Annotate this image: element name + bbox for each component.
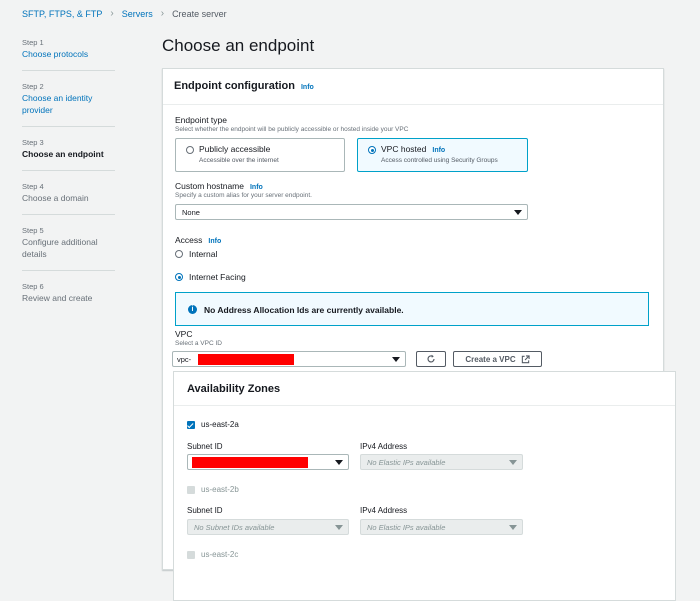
wizard-steps: Step 1 Choose protocols Step 2 Choose an…: [22, 38, 115, 325]
step-link-identity-provider[interactable]: Choose an identity provider: [22, 92, 115, 116]
redacted-subnet-id: [192, 457, 308, 468]
radio-internet-facing[interactable]: [175, 273, 183, 281]
vpc-select[interactable]: vpc-: [172, 351, 406, 367]
refresh-icon: [427, 354, 435, 363]
info-link[interactable]: Info: [250, 184, 263, 191]
ipv4-select-us-east-2a: No Elastic IPs available: [360, 454, 523, 470]
radio-internal[interactable]: [175, 250, 183, 258]
endpoint-type-description: Select whether the endpoint will be publ…: [175, 126, 409, 133]
step-number: Step 5: [22, 226, 44, 235]
tile-description: Accessible over the internet: [199, 157, 279, 164]
az-name: us-east-2b: [201, 485, 239, 494]
step-label-domain: Choose a domain: [22, 193, 89, 203]
az-header: Availability Zones: [174, 372, 675, 406]
subnet-label: Subnet ID: [187, 506, 223, 515]
create-vpc-label: Create a VPC: [465, 354, 516, 364]
alert-message: No Address Allocation Ids are currently …: [204, 305, 404, 315]
info-link[interactable]: Info: [301, 84, 314, 91]
step-number: Step 2: [22, 82, 44, 91]
info-circle-icon: i: [188, 305, 197, 314]
radio-label-internal: Internal: [189, 249, 218, 259]
checkbox-us-east-2a[interactable]: [187, 421, 195, 429]
subnet-select-us-east-2a[interactable]: [187, 454, 349, 470]
panel-title: Endpoint configuration Info: [174, 80, 314, 92]
breadcrumb: SFTP, FTPS, & FTP › Servers › Create ser…: [22, 8, 227, 19]
hostname-description: Specify a custom alias for your server e…: [175, 192, 312, 199]
step-label-review: Review and create: [22, 293, 93, 303]
checkbox-us-east-2b[interactable]: [187, 486, 195, 494]
step-number: Step 1: [22, 38, 44, 47]
info-link[interactable]: Info: [208, 238, 221, 245]
breadcrumb-link-sftp[interactable]: SFTP, FTPS, & FTP: [22, 9, 102, 19]
endpoint-type-label: Endpoint type: [175, 115, 227, 125]
wizard-step-1: Step 1 Choose protocols: [22, 38, 115, 71]
endpoint-config-panel: Endpoint configuration Info Endpoint type…: [162, 68, 676, 601]
caret-down-icon: [335, 460, 343, 465]
vpc-value-prefix: vpc-: [177, 355, 192, 364]
step-number: Step 3: [22, 138, 44, 147]
hostname-label-text: Custom hostname: [175, 181, 244, 191]
tile-title: VPC hosted Info: [381, 144, 445, 154]
redacted-vpc-id: [198, 354, 294, 365]
wizard-step-5: Step 5 Configure additional details: [22, 226, 115, 271]
caret-down-icon: [514, 210, 522, 215]
radio-publicly-accessible[interactable]: [186, 146, 194, 154]
info-alert: i No Address Allocation Ids are currentl…: [175, 292, 649, 326]
breadcrumb-current: Create server: [172, 8, 227, 19]
tile-publicly-accessible[interactable]: Publicly accessible Accessible over the …: [175, 138, 345, 172]
step-number: Step 6: [22, 282, 44, 291]
tile-title-text: VPC hosted: [381, 144, 427, 154]
wizard-step-6: Step 6 Review and create: [22, 282, 115, 314]
radio-label-internet-facing: Internet Facing: [189, 272, 246, 282]
info-link[interactable]: Info: [432, 147, 445, 154]
caret-down-icon: [392, 357, 400, 362]
vpc-description: Select a VPC ID: [175, 340, 222, 347]
checkbox-us-east-2c[interactable]: [187, 551, 195, 559]
breadcrumb-link-servers[interactable]: Servers: [122, 9, 153, 19]
panel-title-text: Endpoint configuration: [174, 80, 295, 92]
ipv4-value: No Elastic IPs available: [367, 458, 446, 467]
wizard-step-3: Step 3 Choose an endpoint: [22, 138, 115, 171]
subnet-value: No Subnet IDs available: [194, 523, 275, 532]
step-label-additional-details: Configure additional details: [22, 237, 98, 259]
hostname-select[interactable]: None: [175, 204, 528, 220]
tile-description: Access controlled using Security Groups: [381, 157, 498, 164]
access-label-text: Access: [175, 235, 203, 245]
access-label: Access Info: [175, 235, 221, 245]
caret-down-icon: [509, 525, 517, 530]
ipv4-label: IPv4 Address: [360, 442, 408, 451]
refresh-vpc-button[interactable]: [416, 351, 446, 367]
vpc-label: VPC: [175, 329, 193, 339]
step-link-choose-protocols[interactable]: Choose protocols: [22, 48, 115, 60]
ipv4-label: IPv4 Address: [360, 506, 408, 515]
panel-header: Endpoint configuration Info: [163, 69, 663, 105]
chevron-right-icon: ›: [110, 8, 114, 19]
wizard-step-2: Step 2 Choose an identity provider: [22, 82, 115, 127]
caret-down-icon: [335, 525, 343, 530]
step-current-endpoint: Choose an endpoint: [22, 149, 104, 159]
tile-vpc-hosted[interactable]: VPC hosted Info Access controlled using S…: [357, 138, 528, 172]
radio-vpc-hosted[interactable]: [368, 146, 376, 154]
subnet-select-us-east-2b: No Subnet IDs available: [187, 519, 349, 535]
az-name: us-east-2a: [201, 420, 239, 429]
tile-title: Publicly accessible: [199, 144, 271, 154]
az-title: Availability Zones: [187, 383, 281, 395]
ipv4-value: No Elastic IPs available: [367, 523, 446, 532]
subnet-label: Subnet ID: [187, 442, 223, 451]
external-link-icon: [521, 354, 530, 363]
chevron-right-icon: ›: [160, 8, 165, 19]
step-number: Step 4: [22, 182, 44, 191]
hostname-label: Custom hostname Info: [175, 181, 263, 191]
create-vpc-button[interactable]: Create a VPC: [453, 351, 542, 367]
caret-down-icon: [509, 460, 517, 465]
page-title: Choose an endpoint: [162, 36, 315, 55]
ipv4-select-us-east-2b: No Elastic IPs available: [360, 519, 523, 535]
wizard-step-4: Step 4 Choose a domain: [22, 182, 115, 215]
az-name: us-east-2c: [201, 550, 239, 559]
hostname-value: None: [182, 208, 200, 217]
availability-zones-panel: Availability Zones us-east-2a Subnet ID …: [173, 371, 676, 601]
